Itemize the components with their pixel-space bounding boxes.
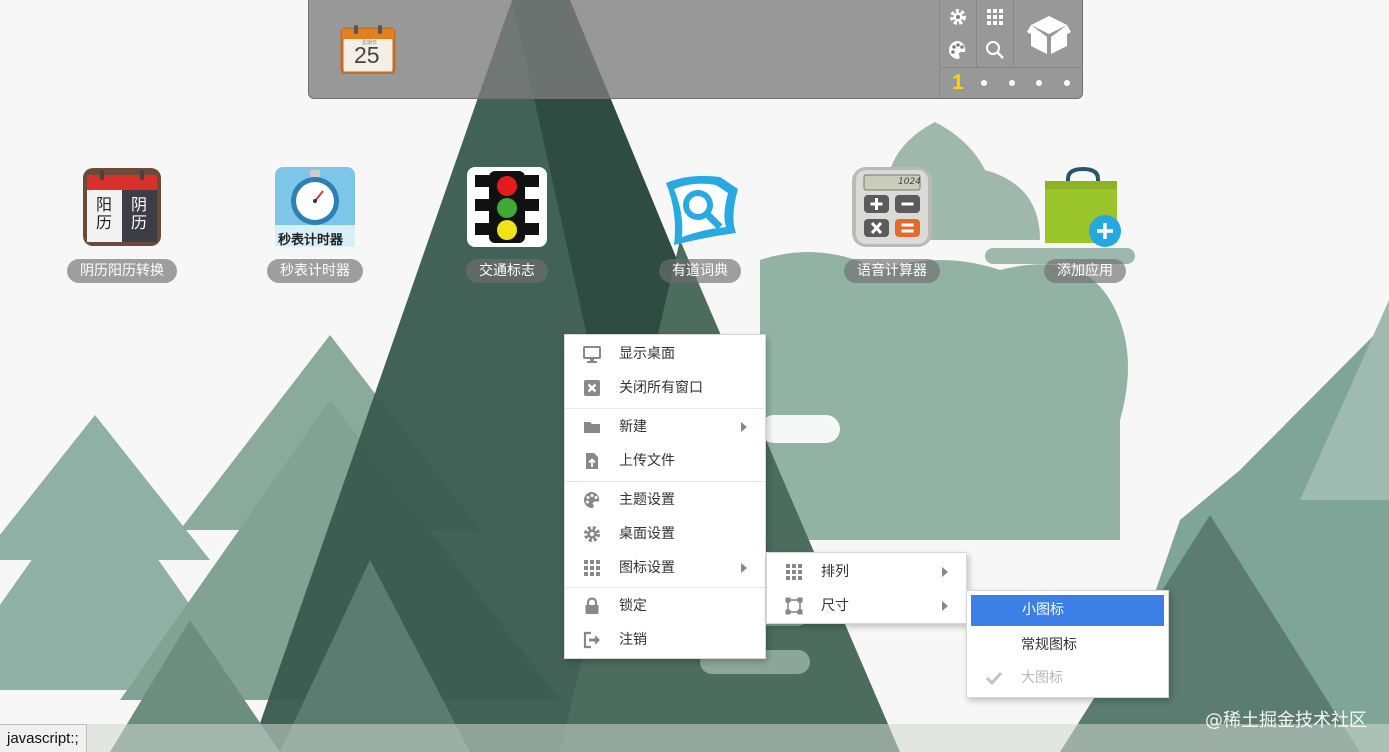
stopwatch-caption: 秒表计时器 [278, 233, 344, 248]
grid-icon [786, 564, 802, 580]
search-icon[interactable] [977, 33, 1013, 66]
app-stopwatch[interactable]: 秒表计时器 秒表计时器 [254, 167, 376, 287]
monitor-icon [583, 346, 601, 363]
dock-toolbar [939, 0, 1014, 68]
youdao-dictionary-icon [660, 167, 740, 247]
app-voice-calculator[interactable]: 1024 语音计算器 [831, 167, 953, 287]
page-indicator: 1 [939, 69, 1083, 98]
menu-item-large-icons[interactable]: 大图标 [967, 661, 1168, 695]
folder-icon [584, 422, 600, 433]
settings-icon[interactable] [940, 0, 976, 33]
app-add-application[interactable]: 添加应用 [1024, 166, 1146, 287]
chevron-right-icon [741, 563, 747, 573]
icon-settings-submenu: 排列 尺寸 [766, 552, 967, 624]
menu-item-icon-settings[interactable]: 图标设置 [565, 551, 765, 585]
chevron-right-icon [942, 567, 948, 577]
app-label: 秒表计时器 [267, 259, 363, 283]
watermark: @稀土掘金技术社区 [1205, 710, 1367, 731]
check-icon [985, 671, 1003, 686]
top-dock: 星期日 25 1 [308, 0, 1083, 99]
menu-item-close-all-windows[interactable]: 关闭所有窗口 [565, 371, 765, 405]
app-label: 交通标志 [466, 259, 548, 283]
palette-icon [584, 492, 600, 508]
menu-item-show-desktop[interactable]: 显示桌面 [565, 337, 765, 371]
app-label: 语音计算器 [844, 259, 940, 283]
apps-grid-icon[interactable] [977, 0, 1013, 33]
menu-item-size[interactable]: 尺寸 [767, 589, 966, 623]
resize-icon [785, 597, 803, 615]
lock-icon [585, 597, 599, 614]
lunar-glyph: 历 [96, 213, 113, 232]
calculator-display: 1024 [898, 177, 921, 187]
menu-item-logout[interactable]: 注销 [565, 623, 765, 657]
menu-item-theme-settings[interactable]: 主题设置 [565, 483, 765, 517]
status-bar-url: javascript:; [0, 724, 87, 752]
grid-icon [584, 560, 600, 576]
menu-item-desktop-settings[interactable]: 桌面设置 [565, 517, 765, 551]
page-dot[interactable] [1009, 80, 1015, 86]
app-lunar-solar-converter[interactable]: 阳 阴 历 历 阴历阳历转换 [61, 167, 183, 287]
icon-size-submenu: 小图标 常规图标 大图标 [966, 590, 1169, 698]
menu-item-lock[interactable]: 锁定 [565, 589, 765, 623]
app-traffic-signs[interactable]: 交通标志 [446, 167, 568, 287]
add-app-bag-icon [1045, 166, 1125, 247]
page-dot[interactable] [1036, 80, 1042, 86]
menu-item-upload-file[interactable]: 上传文件 [565, 444, 765, 478]
upload-file-icon [586, 453, 598, 469]
page-dot[interactable] [981, 80, 987, 86]
cube-box-icon[interactable] [1015, 0, 1083, 68]
current-page-number[interactable]: 1 [952, 71, 964, 95]
dock-calendar-icon[interactable]: 星期日 25 [340, 24, 396, 75]
lunar-calendar-icon: 阳 阴 历 历 [82, 167, 162, 247]
app-label: 有道词典 [659, 259, 741, 283]
close-box-icon [584, 380, 600, 396]
desktop-context-menu: 显示桌面 关闭所有窗口 新建 上传文件 主题设置 桌面设置 图标设置 锁定 注销 [564, 334, 766, 659]
sign-out-icon [583, 631, 600, 649]
menu-item-arrange[interactable]: 排列 [767, 555, 966, 589]
traffic-light-icon [467, 167, 547, 247]
menu-item-new[interactable]: 新建 [565, 410, 765, 444]
app-label: 阴历阳历转换 [67, 259, 177, 283]
theme-palette-icon[interactable] [940, 33, 976, 66]
gear-icon [584, 526, 600, 542]
app-label: 添加应用 [1044, 259, 1126, 283]
menu-item-small-icons[interactable]: 小图标 [971, 595, 1164, 626]
lunar-glyph: 历 [131, 213, 148, 232]
chevron-right-icon [741, 422, 747, 432]
calculator-icon: 1024 [852, 167, 932, 247]
dock-calendar-day: 25 [354, 42, 380, 68]
chevron-right-icon [942, 601, 948, 611]
app-youdao-dictionary[interactable]: 有道词典 [639, 167, 761, 287]
menu-item-regular-icons[interactable]: 常规图标 [967, 628, 1168, 662]
page-dot[interactable] [1064, 80, 1070, 86]
stopwatch-icon: 秒表计时器 [275, 167, 355, 248]
